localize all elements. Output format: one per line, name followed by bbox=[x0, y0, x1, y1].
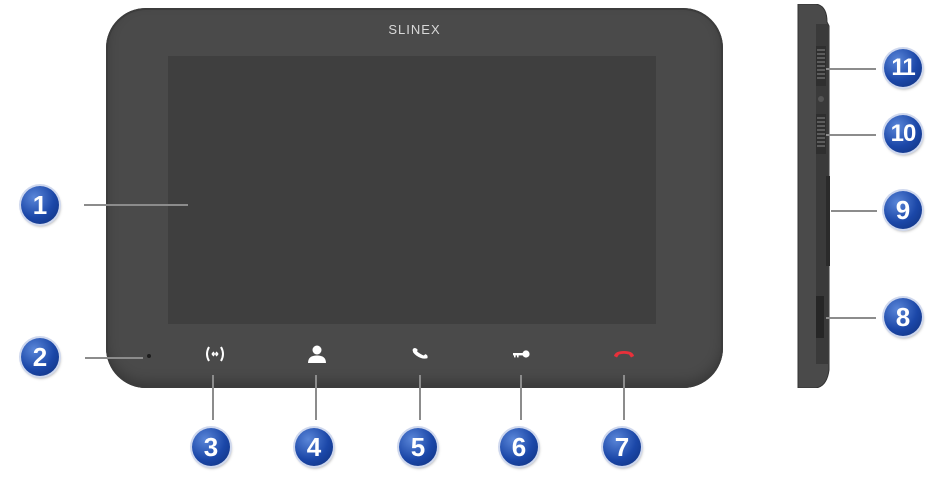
hang-up-icon[interactable] bbox=[612, 342, 636, 366]
monitor-side-view bbox=[797, 4, 830, 388]
brand-logo: SLINEX bbox=[388, 22, 441, 37]
leader-line-7 bbox=[623, 375, 625, 420]
monitor-front-panel: SLINEX bbox=[106, 8, 723, 388]
callout-2: 2 bbox=[21, 338, 59, 376]
callout-10: 10 bbox=[884, 115, 922, 153]
microphone-hole bbox=[147, 354, 151, 358]
callout-11: 11 bbox=[884, 49, 922, 87]
swap-arrows-icon[interactable] bbox=[203, 342, 227, 366]
leader-line-6 bbox=[520, 375, 522, 420]
callout-5: 5 bbox=[399, 428, 437, 466]
leader-line-10 bbox=[826, 134, 876, 136]
leader-line-5 bbox=[419, 375, 421, 420]
callout-6: 6 bbox=[500, 428, 538, 466]
callout-9: 9 bbox=[884, 191, 922, 229]
phone-handset-icon[interactable] bbox=[408, 342, 432, 366]
leader-line-3 bbox=[212, 375, 214, 420]
side-port[interactable] bbox=[816, 296, 824, 338]
display-screen bbox=[168, 56, 656, 324]
leader-line-2 bbox=[85, 357, 143, 359]
memory-card-slot[interactable] bbox=[826, 176, 830, 266]
callout-7: 7 bbox=[603, 428, 641, 466]
callout-1: 1 bbox=[21, 186, 59, 224]
key-icon[interactable] bbox=[509, 342, 533, 366]
leader-line-4 bbox=[315, 375, 317, 420]
leader-line-11 bbox=[826, 68, 876, 70]
callout-3: 3 bbox=[192, 428, 230, 466]
user-icon[interactable] bbox=[305, 342, 329, 366]
callout-8: 8 bbox=[884, 298, 922, 336]
callout-4: 4 bbox=[295, 428, 333, 466]
leader-line-9 bbox=[831, 210, 877, 212]
side-indicator-dot bbox=[818, 96, 824, 102]
leader-line-8 bbox=[826, 317, 876, 319]
leader-line-1 bbox=[84, 204, 188, 206]
